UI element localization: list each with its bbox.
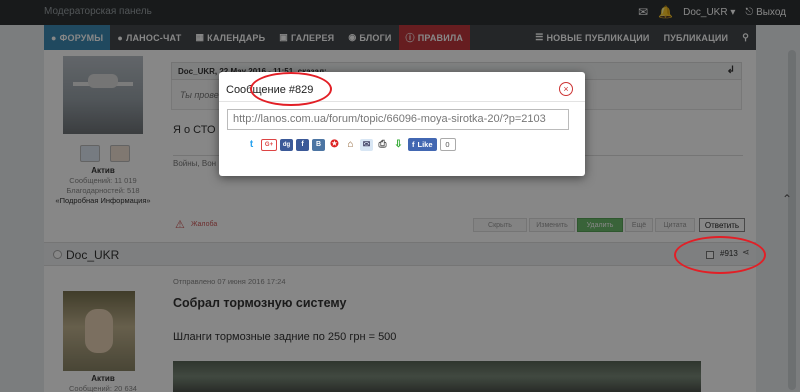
download-icon[interactable]: ⇩	[392, 138, 405, 151]
email-icon[interactable]: ✉	[360, 138, 373, 151]
share-buttons: t G+ dg f B ✪ ⌂ ✉ ⎙ ⇩ f Like 0	[245, 138, 456, 151]
facebook-icon[interactable]: f	[296, 138, 309, 151]
modal-overlay[interactable]	[0, 0, 800, 392]
print-icon[interactable]: ⎙	[376, 138, 389, 151]
vk-icon[interactable]: B	[312, 138, 325, 151]
fb-like-f-icon: f	[412, 140, 415, 149]
google-plus-icon[interactable]: G+	[261, 138, 277, 151]
annotation-circle-post-number	[674, 236, 766, 274]
digg-icon[interactable]: dg	[280, 138, 293, 151]
fb-like-label: Like	[417, 140, 433, 149]
bookmark-star-icon[interactable]: ✪	[328, 138, 341, 151]
close-icon[interactable]: ×	[559, 82, 573, 96]
facebook-like-button[interactable]: f Like	[408, 138, 437, 151]
like-count: 0	[439, 138, 456, 151]
annotation-circle-title	[250, 72, 332, 106]
twitter-icon[interactable]: t	[245, 138, 258, 151]
post-url-field[interactable]: http://lanos.com.ua/forum/topic/66096-mo…	[227, 109, 569, 130]
home-icon[interactable]: ⌂	[344, 138, 357, 151]
